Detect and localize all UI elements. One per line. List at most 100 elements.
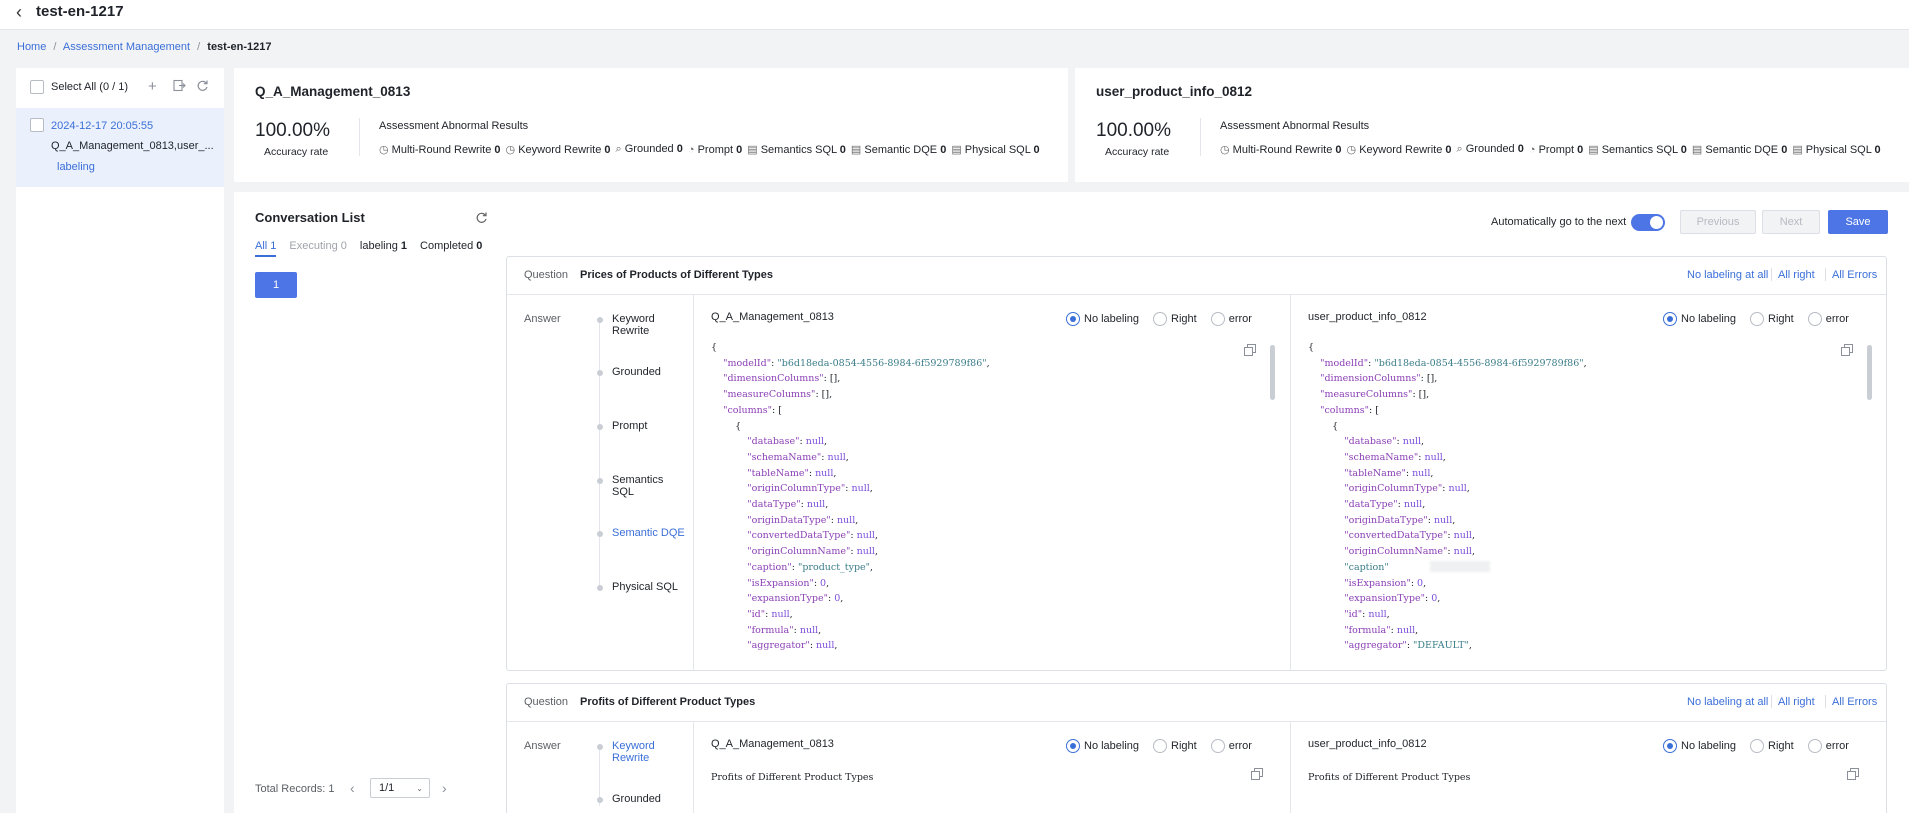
radio-no-labeling[interactable]: No labeling [1663,738,1736,753]
link-divider [1771,695,1772,708]
question-label: Question [524,269,569,281]
radio-error[interactable]: error [1210,311,1252,326]
save-button[interactable]: Save [1828,210,1888,234]
code-line: "caption": "product_type", [747,561,874,573]
code-line: "dimensionColumns": [], [723,373,841,385]
physical-sql-icon: ▤ [1792,144,1803,156]
dqe-icon: ▤ [850,144,862,156]
code-line: "originDataType": null, [1344,514,1456,526]
model-summary-card: user_product_info_0812 100.00% Accuracy … [1075,68,1909,182]
radio-no-labeling[interactable]: No labeling [1066,738,1139,753]
step-keyword-rewrite[interactable]: Keyword Rewrite [612,740,687,764]
page-select[interactable]: 1/1 ⌄ [370,778,430,798]
question-text: Prices of Products of Different Types [580,269,773,281]
breadcrumb-home[interactable]: Home [17,41,46,53]
step-semantic-dqe[interactable]: Semantic DQE [612,527,685,539]
scrollbar[interactable] [1867,345,1872,400]
conversation-tabs: All 1 Executing 0 labeling 1 Completed 0 [255,240,482,257]
code-line: "database": null, [1344,436,1425,448]
code-line: "convertedDataType": null, [1344,530,1475,542]
all-right-link[interactable]: All right [1778,696,1815,708]
step-grounded[interactable]: Grounded [612,366,661,378]
stat-multi-round-rewrite: ◷ Multi-Round Rewrite 0 [379,144,501,156]
answer-panel: Q_A_Management_0813 No labeling Right er… [693,722,1290,813]
radio-no-labeling[interactable]: No labeling [1663,311,1736,326]
step-physical-sql[interactable]: Physical SQL [612,581,678,593]
code-line: "originColumnType": null, [1344,483,1470,495]
step-keyword-rewrite[interactable]: Keyword Rewrite [612,313,687,337]
code-line: "dataType": null, [1344,499,1426,511]
assessment-sidebar: Select All (0 / 1) + 2024-12-17 20:05:55… [16,68,224,813]
radio-error[interactable]: error [1807,311,1849,326]
total-records: Total Records: 1 [255,783,335,795]
step-timeline: Keyword Rewrite Grounded [597,740,687,813]
stat-semantic-dqe: ▤ Semantic DQE 0 [850,144,947,156]
code-line: "originColumnName": null, [1344,546,1475,558]
tab-completed[interactable]: Completed 0 [420,240,482,257]
conversation-refresh-icon[interactable] [475,211,488,227]
previous-button[interactable]: Previous [1680,210,1756,234]
refresh-icon[interactable] [196,79,209,95]
code-line: "id": null, [747,608,793,620]
next-button[interactable]: Next [1762,210,1820,234]
accuracy-value: 100.00% [255,120,331,141]
stat-physical-sql: ▤ Physical SQL 0 [1792,144,1881,156]
scrollbar[interactable] [1270,345,1275,400]
step-semantics-sql[interactable]: Semantics SQL [612,474,687,498]
step-dot [597,531,603,537]
back-arrow-icon[interactable]: ‹ [16,2,22,23]
code-line: "modelId": "b6d18eda-0854-4556-8984-6f59… [1320,357,1587,369]
prev-page-icon[interactable]: ‹ [350,780,355,796]
radio-error[interactable]: error [1807,738,1849,753]
code-line: "originDataType": null, [747,514,859,526]
abnormal-title: Assessment Abnormal Results [1220,120,1370,132]
all-right-link[interactable]: All right [1778,269,1815,281]
radio-right[interactable]: Right [1750,311,1794,326]
label-options: No labeling Right error [1066,311,1252,326]
stat-grounded: ⌕ Grounded 0 [1456,143,1524,155]
abnormal-title: Assessment Abnormal Results [379,120,529,132]
chevron-down-icon: ⌄ [416,783,423,793]
step-grounded[interactable]: Grounded [612,793,661,805]
accuracy-value: 100.00% [1096,120,1172,141]
all-errors-link[interactable]: All Errors [1832,269,1877,281]
breadcrumb-assessment[interactable]: Assessment Management [63,41,190,53]
next-page-icon[interactable]: › [442,780,447,796]
radio-right[interactable]: Right [1153,311,1197,326]
sql-icon: ▤ [1588,144,1599,156]
code-line: "schemaName": null, [747,451,849,463]
breadcrumb: Home / Assessment Management / test-en-1… [17,41,271,53]
assessment-list-item[interactable]: 2024-12-17 20:05:55 Q_A_Management_0813,… [16,108,224,187]
add-icon[interactable]: + [148,78,157,95]
breadcrumb-current: test-en-1217 [207,41,272,53]
keyword-icon: ◷ [1346,144,1357,156]
auto-next-toggle[interactable] [1631,214,1665,231]
item-checkbox[interactable] [30,118,44,132]
question-header: Question Prices of Products of Different… [507,257,1886,295]
label-options: No labeling Right error [1663,738,1849,753]
select-all[interactable]: Select All (0 / 1) [30,80,128,94]
radio-right[interactable]: Right [1750,738,1794,753]
copy-icon[interactable] [1847,768,1859,783]
copy-icon[interactable] [1251,768,1263,783]
no-labeling-at-all-link[interactable]: No labeling at all [1687,269,1768,281]
stat-grounded: ⌕ Grounded 0 [615,143,683,155]
select-all-checkbox[interactable] [30,80,44,94]
step-dot [597,585,603,591]
radio-no-labeling[interactable]: No labeling [1066,311,1139,326]
step-dot [597,744,603,750]
conversation-item-1[interactable]: 1 [255,272,297,298]
step-prompt[interactable]: Prompt [612,420,647,432]
all-errors-link[interactable]: All Errors [1832,696,1877,708]
stat-keyword-rewrite: ◷ Keyword Rewrite 0 [1346,144,1452,156]
tab-executing[interactable]: Executing 0 [289,240,347,257]
answer-text: Profits of Different Product Types [711,772,874,783]
tab-all[interactable]: All 1 [255,240,277,257]
export-icon[interactable] [173,79,186,95]
tab-labeling[interactable]: labeling 1 [360,240,407,257]
stat-physical-sql: ▤ Physical SQL 0 [951,144,1040,156]
radio-right[interactable]: Right [1153,738,1197,753]
link-divider [1825,695,1826,708]
radio-error[interactable]: error [1210,738,1252,753]
no-labeling-at-all-link[interactable]: No labeling at all [1687,696,1768,708]
